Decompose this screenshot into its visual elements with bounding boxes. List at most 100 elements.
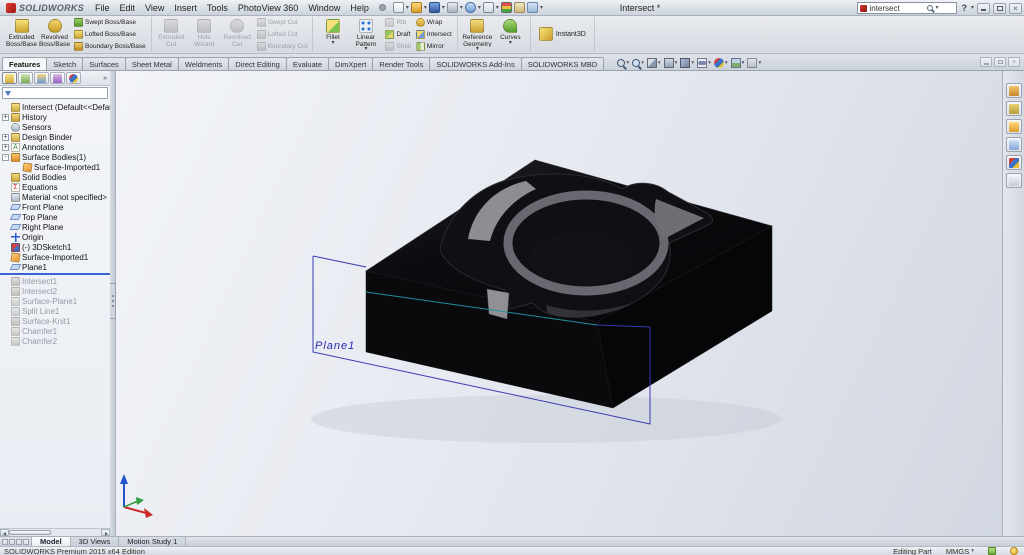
doc-close-button[interactable]: × xyxy=(1008,57,1020,67)
ribbon-button[interactable]: Rib xyxy=(383,17,412,28)
pin-icon[interactable] xyxy=(379,4,386,11)
ribbon-button[interactable]: Instant3D xyxy=(534,17,591,52)
new-document-caret[interactable]: ▾ xyxy=(406,5,409,11)
ribbon-button[interactable]: Draft xyxy=(383,29,412,40)
ribbon-button[interactable]: Revolved Boss/Base ▾ xyxy=(38,17,71,52)
ribbon-button[interactable]: Boundary Boss/Base xyxy=(72,41,148,52)
ribbon-button[interactable]: Linear Pattern ▾ xyxy=(349,17,382,52)
tree-item[interactable]: Material <not specified> xyxy=(0,192,110,202)
open-icon[interactable] xyxy=(411,2,422,13)
undo-caret[interactable]: ▾ xyxy=(478,5,481,11)
ribbon-button[interactable]: Boundary Cut xyxy=(255,41,310,52)
expand-toggle[interactable]: - xyxy=(2,154,9,161)
restore-button[interactable] xyxy=(993,3,1006,14)
menu-item[interactable]: Window xyxy=(303,3,345,13)
task-pane-tab[interactable] xyxy=(1006,137,1022,152)
chevron-right-icon[interactable]: » xyxy=(103,75,108,82)
menu-item[interactable]: View xyxy=(140,3,169,13)
task-pane-tab[interactable] xyxy=(1006,83,1022,98)
ribbon-tab[interactable]: Weldments xyxy=(178,57,229,70)
print-icon[interactable] xyxy=(447,2,458,13)
configuration-manager-tab[interactable] xyxy=(34,72,49,84)
tree-item[interactable]: Surface-Knit1 xyxy=(0,316,110,326)
document-tab[interactable]: 3D Views xyxy=(71,537,120,546)
tree-item[interactable]: + Design Binder xyxy=(0,132,110,142)
options-icon[interactable] xyxy=(527,2,538,13)
tree-item[interactable]: Plane1 xyxy=(0,262,110,272)
tree-item[interactable]: Origin xyxy=(0,232,110,242)
document-tab[interactable]: Model xyxy=(32,537,71,546)
search-input[interactable] xyxy=(869,3,925,13)
panel-splitter[interactable] xyxy=(110,71,116,536)
menu-item[interactable]: Edit xyxy=(115,3,141,13)
tree-item[interactable]: Intersect2 xyxy=(0,286,110,296)
ribbon-button[interactable]: Mirror xyxy=(414,41,454,52)
tree-item[interactable]: + Annotations xyxy=(0,142,110,152)
tree-item[interactable]: Front Plane xyxy=(0,202,110,212)
tree-item[interactable]: Chamfer1 xyxy=(0,326,110,336)
expand-toggle[interactable]: + xyxy=(2,114,9,121)
help-caret[interactable]: ▾ xyxy=(971,5,974,11)
property-manager-tab[interactable] xyxy=(18,72,33,84)
splitter-grip[interactable] xyxy=(109,283,116,319)
tree-item[interactable]: Intersect1 xyxy=(0,276,110,286)
open-caret[interactable]: ▾ xyxy=(424,5,427,11)
ribbon-button[interactable]: Curves ▾ xyxy=(494,17,527,52)
custom-properties-tag-icon[interactable] xyxy=(988,547,996,555)
minimize-button[interactable] xyxy=(977,3,990,14)
help-icon[interactable]: ? xyxy=(960,3,968,13)
tree-item[interactable]: Chamfer2 xyxy=(0,336,110,346)
tree-item[interactable]: Sensors xyxy=(0,122,110,132)
ribbon-tab[interactable]: Sketch xyxy=(46,57,83,70)
split-handle[interactable] xyxy=(23,539,29,545)
ribbon-button[interactable]: Intersect xyxy=(414,29,454,40)
task-pane-tab[interactable] xyxy=(1006,155,1022,170)
ribbon-button[interactable]: Revolved Cut ▾ xyxy=(221,17,254,52)
task-pane-tab[interactable] xyxy=(1006,119,1022,134)
ribbon-button[interactable]: Lofted Cut xyxy=(255,29,310,40)
menu-item[interactable]: PhotoView 360 xyxy=(233,3,303,13)
file-properties-icon[interactable] xyxy=(514,2,525,13)
split-handle[interactable] xyxy=(16,539,22,545)
ribbon-tab[interactable]: SOLI​DWORKS Add-Ins xyxy=(429,57,521,70)
expand-toggle[interactable]: + xyxy=(2,134,9,141)
ribbon-tab[interactable]: Sheet Metal xyxy=(125,57,179,70)
doc-minimize-button[interactable] xyxy=(980,57,992,67)
document-tab[interactable]: Motion Study 1 xyxy=(119,537,186,546)
select-caret[interactable]: ▾ xyxy=(496,5,499,11)
menu-item[interactable]: File xyxy=(90,3,115,13)
tree-item[interactable]: + History xyxy=(0,112,110,122)
scroll-left-arrow[interactable] xyxy=(0,529,9,536)
ribbon-tab[interactable]: Surfaces xyxy=(82,57,126,70)
menu-item[interactable]: Insert xyxy=(169,3,202,13)
expand-toggle[interactable]: + xyxy=(2,144,9,151)
search-box[interactable]: ▾ xyxy=(857,2,957,14)
save-icon[interactable] xyxy=(429,2,440,13)
select-icon[interactable] xyxy=(483,2,494,13)
doc-restore-button[interactable] xyxy=(994,57,1006,67)
split-handle[interactable] xyxy=(9,539,15,545)
ribbon-button[interactable]: Hole Wizard ▾ xyxy=(188,17,221,52)
split-handle[interactable] xyxy=(2,539,8,545)
scrollbar-thumb[interactable] xyxy=(9,530,51,535)
tree-item[interactable]: - Surface Bodies(1) xyxy=(0,152,110,162)
new-document-icon[interactable] xyxy=(393,2,404,13)
ribbon-button[interactable]: Shell xyxy=(383,41,412,52)
ribbon-button[interactable]: Swept Cut xyxy=(255,17,310,28)
ribbon-tab[interactable]: Evaluate xyxy=(286,57,329,70)
ribbon-button[interactable]: Lofted Boss/Base xyxy=(72,29,148,40)
graphics-viewport[interactable]: Plane1 xyxy=(116,71,1002,536)
scroll-right-arrow[interactable] xyxy=(101,529,110,536)
undo-icon[interactable] xyxy=(465,2,476,13)
tree-item[interactable]: Split Line1 xyxy=(0,306,110,316)
close-button[interactable]: × xyxy=(1009,3,1022,14)
ribbon-button[interactable]: Swept Boss/Base xyxy=(72,17,148,28)
units-selector[interactable]: MMGS ▾ xyxy=(946,547,974,555)
search-caret[interactable]: ▾ xyxy=(935,5,938,11)
quick-tips-icon[interactable] xyxy=(1010,547,1018,555)
print-caret[interactable]: ▾ xyxy=(460,5,463,11)
menu-item[interactable]: Help xyxy=(345,3,374,13)
model-block[interactable] xyxy=(366,160,772,408)
ribbon-tab[interactable]: SOLIDWORKS MBD xyxy=(521,57,605,70)
tree-item[interactable]: Surface-Plane1 xyxy=(0,296,110,306)
